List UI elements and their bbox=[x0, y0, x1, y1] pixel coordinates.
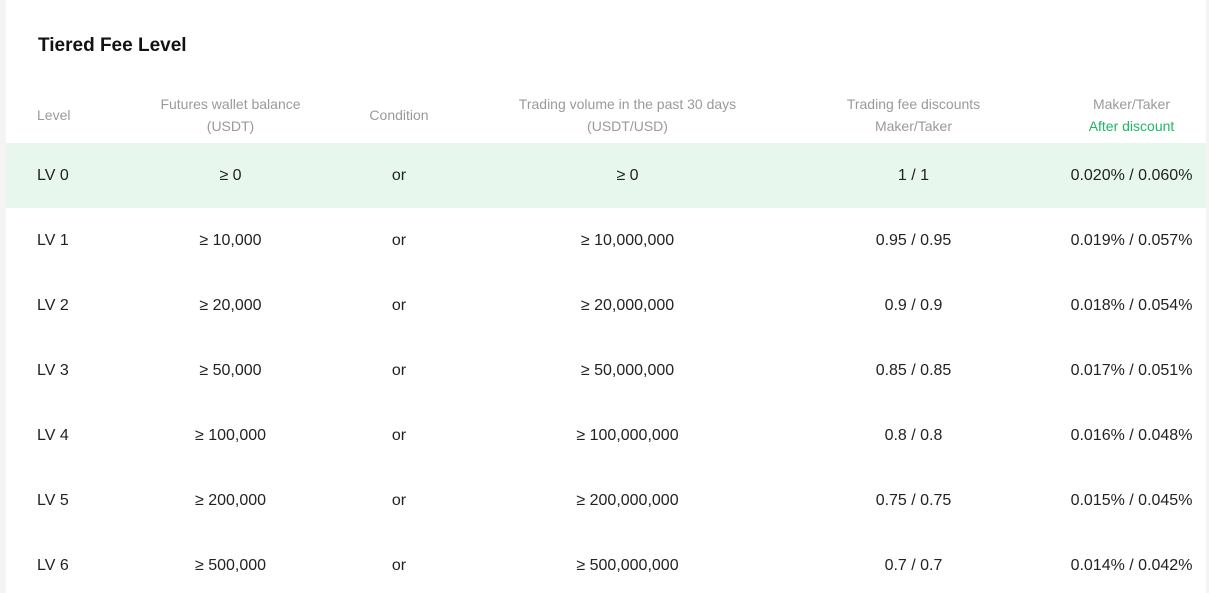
table-body: LV 0 ≥ 0 or ≥ 0 1 / 1 0.020% / 0.060% LV… bbox=[6, 143, 1206, 593]
header-discount-label: Trading fee discounts bbox=[846, 95, 981, 112]
table-header: Level Futures wallet balance (USDT) Cond… bbox=[6, 86, 1206, 143]
cell-level: LV 4 bbox=[37, 426, 69, 444]
cell-volume: ≥ 200,000,000 bbox=[576, 491, 679, 509]
cell-volume: ≥ 50,000,000 bbox=[580, 361, 675, 379]
cell-level: LV 5 bbox=[37, 491, 69, 509]
cell-fee: 0.014% / 0.042% bbox=[1070, 556, 1193, 574]
cell-volume: ≥ 100,000,000 bbox=[576, 426, 679, 444]
cell-balance: ≥ 20,000 bbox=[199, 296, 262, 314]
table-row: LV 1 ≥ 10,000 or ≥ 10,000,000 0.95 / 0.9… bbox=[6, 208, 1206, 273]
cell-volume: ≥ 10,000,000 bbox=[580, 231, 675, 249]
table-row: LV 4 ≥ 100,000 or ≥ 100,000,000 0.8 / 0.… bbox=[6, 403, 1206, 468]
header-discount-sublabel: Maker/Taker bbox=[874, 117, 953, 134]
cell-discount: 0.75 / 0.75 bbox=[875, 491, 952, 509]
header-balance-label: Futures wallet balance bbox=[160, 95, 301, 112]
header-volume-label: Trading volume in the past 30 days bbox=[518, 95, 737, 112]
cell-level: LV 6 bbox=[37, 556, 69, 574]
cell-condition: or bbox=[391, 296, 407, 314]
header-fee-label: Maker/Taker bbox=[1092, 95, 1171, 112]
cell-balance: ≥ 10,000 bbox=[199, 231, 262, 249]
cell-condition: or bbox=[391, 361, 407, 379]
header-balance-unit: (USDT) bbox=[206, 117, 255, 134]
cell-level: LV 2 bbox=[37, 296, 69, 314]
cell-balance: ≥ 0 bbox=[148, 143, 313, 208]
table-row: LV 2 ≥ 20,000 or ≥ 20,000,000 0.9 / 0.9 … bbox=[6, 273, 1206, 338]
cell-balance: ≥ 100,000 bbox=[194, 426, 267, 444]
header-level-label: Level bbox=[37, 106, 71, 123]
header-discount: Trading fee discounts Maker/Taker bbox=[770, 86, 1057, 143]
cell-balance: ≥ 500,000 bbox=[194, 556, 267, 574]
header-fee: Maker/Taker After discount bbox=[1057, 86, 1206, 143]
header-condition: Condition bbox=[313, 86, 485, 143]
cell-fee: 0.020% / 0.060% bbox=[1057, 143, 1206, 208]
cell-volume: ≥ 0 bbox=[485, 143, 770, 208]
cell-condition: or bbox=[391, 556, 407, 574]
fee-level-card: Tiered Fee Level Level Futures wallet ba… bbox=[6, 0, 1206, 593]
header-volume-unit: (USDT/USD) bbox=[587, 117, 668, 134]
cell-discount: 0.9 / 0.9 bbox=[884, 296, 943, 314]
cell-discount: 1 / 1 bbox=[770, 143, 1057, 208]
header-balance: Futures wallet balance (USDT) bbox=[148, 86, 313, 143]
cell-discount: 0.8 / 0.8 bbox=[884, 426, 943, 444]
header-condition-label: Condition bbox=[369, 106, 429, 123]
page-title: Tiered Fee Level bbox=[38, 35, 187, 56]
cell-level: LV 0 bbox=[6, 143, 148, 208]
table-row: LV 3 ≥ 50,000 or ≥ 50,000,000 0.85 / 0.8… bbox=[6, 338, 1206, 403]
cell-fee: 0.018% / 0.054% bbox=[1070, 296, 1193, 314]
cell-fee: 0.016% / 0.048% bbox=[1070, 426, 1193, 444]
cell-condition: or bbox=[391, 426, 407, 444]
table-row: LV 5 ≥ 200,000 or ≥ 200,000,000 0.75 / 0… bbox=[6, 468, 1206, 533]
cell-condition: or bbox=[313, 143, 485, 208]
cell-volume: ≥ 20,000,000 bbox=[580, 296, 675, 314]
header-row: Level Futures wallet balance (USDT) Cond… bbox=[6, 86, 1206, 143]
header-level: Level bbox=[6, 86, 148, 143]
table-row: LV 6 ≥ 500,000 or ≥ 500,000,000 0.7 / 0.… bbox=[6, 533, 1206, 593]
table-row: LV 0 ≥ 0 or ≥ 0 1 / 1 0.020% / 0.060% bbox=[6, 143, 1206, 208]
cell-level: LV 3 bbox=[37, 361, 69, 379]
header-volume: Trading volume in the past 30 days (USDT… bbox=[485, 86, 770, 143]
cell-balance: ≥ 200,000 bbox=[194, 491, 267, 509]
cell-condition: or bbox=[391, 231, 407, 249]
cell-condition: or bbox=[391, 491, 407, 509]
fee-tier-table: Level Futures wallet balance (USDT) Cond… bbox=[6, 86, 1206, 593]
cell-volume: ≥ 500,000,000 bbox=[576, 556, 679, 574]
cell-balance: ≥ 50,000 bbox=[199, 361, 262, 379]
cell-fee: 0.015% / 0.045% bbox=[1070, 491, 1193, 509]
cell-level: LV 1 bbox=[37, 231, 69, 249]
cell-discount: 0.85 / 0.85 bbox=[875, 361, 952, 379]
cell-discount: 0.95 / 0.95 bbox=[875, 231, 952, 249]
cell-fee: 0.017% / 0.051% bbox=[1070, 361, 1193, 379]
cell-fee: 0.019% / 0.057% bbox=[1070, 231, 1193, 249]
header-fee-after-discount: After discount bbox=[1088, 117, 1175, 134]
cell-discount: 0.7 / 0.7 bbox=[884, 556, 943, 574]
